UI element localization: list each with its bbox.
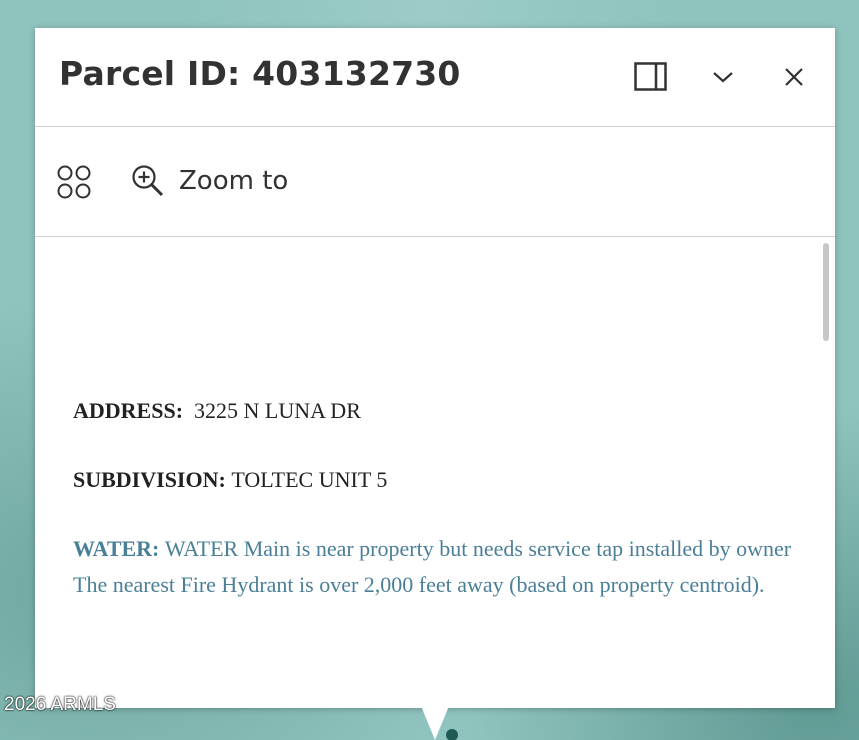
dock-panel-icon xyxy=(634,62,667,91)
address-label: ADDRESS: xyxy=(73,398,184,423)
close-icon xyxy=(785,68,803,86)
popup-title: Parcel ID: 403132730 xyxy=(59,54,461,93)
subdivision-row: SUBDIVISION: TOLTEC UNIT 5 xyxy=(73,462,793,498)
popup-header: Parcel ID: 403132730 xyxy=(35,28,835,127)
collapse-button[interactable] xyxy=(704,58,742,96)
subdivision-label: SUBDIVISION: xyxy=(73,467,226,492)
water-value: WATER Main is near property but needs se… xyxy=(164,536,792,561)
zoom-to-button[interactable]: Zoom to xyxy=(131,163,288,199)
actions-menu-button[interactable] xyxy=(55,163,95,203)
popup-content[interactable]: ADDRESS: 3225 N LUNA DR SUBDIVISION: TOL… xyxy=(35,237,835,708)
location-marker[interactable] xyxy=(446,729,458,740)
chevron-down-icon xyxy=(713,72,733,83)
popup-pointer xyxy=(421,706,449,740)
zoom-to-label: Zoom to xyxy=(179,166,289,196)
scrollbar-thumb[interactable] xyxy=(823,243,829,341)
water-row: WATER: WATER Main is near property but n… xyxy=(73,531,793,603)
parcel-popup: Parcel ID: 403132730 Zoom to ADDRESS: 32… xyxy=(35,28,835,708)
close-button[interactable] xyxy=(775,58,813,96)
dock-button[interactable] xyxy=(632,58,670,96)
address-row: ADDRESS: 3225 N LUNA DR xyxy=(73,393,793,429)
actions-grid-icon xyxy=(57,165,91,199)
parcel-details: ADDRESS: 3225 N LUNA DR SUBDIVISION: TOL… xyxy=(73,393,793,603)
popup-actions-bar: Zoom to xyxy=(35,127,835,237)
address-value: 3225 N LUNA DR xyxy=(194,398,361,423)
subdivision-value: TOLTEC UNIT 5 xyxy=(231,467,388,492)
watermark: 2026 ARMLS xyxy=(4,694,116,715)
zoom-in-icon xyxy=(132,165,164,197)
hydrant-note: The nearest Fire Hydrant is over 2,000 f… xyxy=(73,572,765,597)
water-label: WATER: xyxy=(73,536,160,561)
